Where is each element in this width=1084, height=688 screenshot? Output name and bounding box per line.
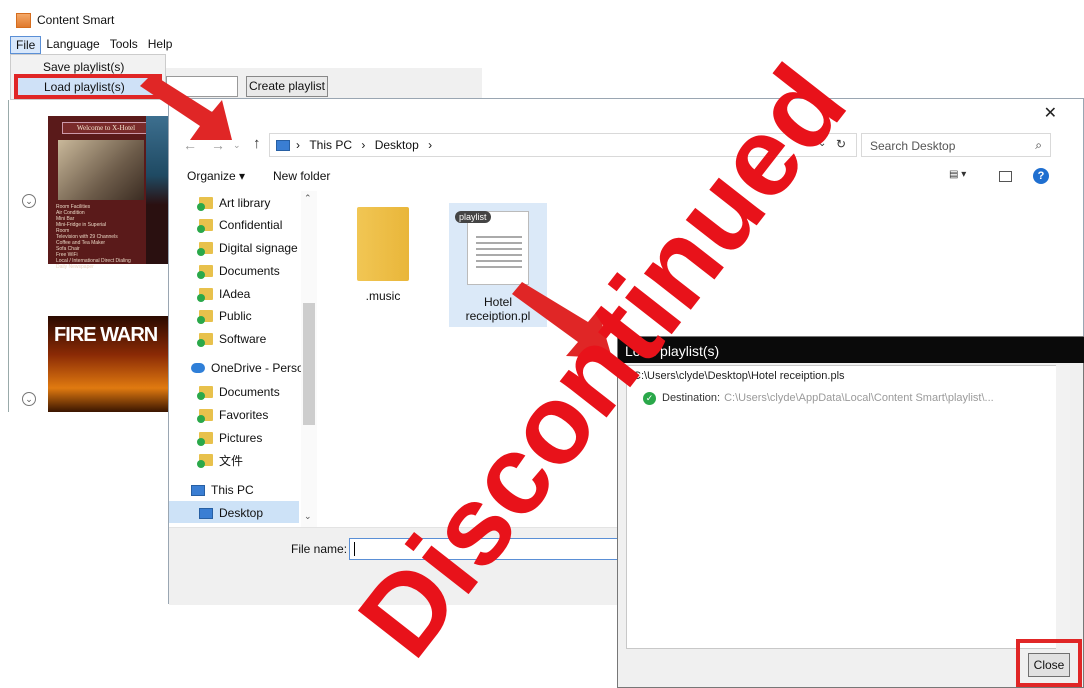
help-icon[interactable]: ? bbox=[1033, 168, 1049, 184]
file-item-music[interactable]: .music bbox=[351, 203, 415, 313]
desktop-icon bbox=[199, 507, 213, 519]
view-options-icon[interactable]: ▤ ▾ bbox=[949, 169, 979, 183]
list-scrollbar[interactable] bbox=[1056, 365, 1070, 649]
this-pc-icon bbox=[191, 484, 205, 496]
close-icon[interactable]: ✕ bbox=[1044, 103, 1057, 123]
back-icon[interactable]: ← bbox=[183, 137, 197, 153]
folder-icon bbox=[197, 310, 213, 324]
dialog-toolbar: Organize ▾ New folder ▤ ▾ ? bbox=[169, 165, 1084, 189]
thumbnail-side-image bbox=[146, 116, 170, 264]
refresh-icon[interactable]: ↻ bbox=[836, 137, 846, 151]
up-folder-icon[interactable]: ↑ bbox=[253, 135, 261, 152]
nav-item-iadea[interactable]: IAdea bbox=[197, 284, 250, 304]
save-playlist-menu-item[interactable]: Save playlist(s) bbox=[43, 60, 124, 74]
menu-language[interactable]: Language bbox=[41, 36, 104, 54]
file-item-hotel-receiption[interactable]: playlist Hotel receiption.pl bbox=[449, 203, 547, 327]
search-icon: ⌕ bbox=[1035, 138, 1042, 152]
nav-item-favorites[interactable]: Favorites bbox=[197, 405, 268, 425]
app-logo-icon bbox=[16, 12, 31, 28]
thumbnail-facilities-text: Room Facilities Air Condition Mini Bar M… bbox=[56, 204, 131, 270]
file-label: Hotel receiption.pl bbox=[465, 295, 531, 323]
folder-icon bbox=[197, 454, 213, 468]
folder-icon bbox=[197, 288, 213, 302]
fire-warning-title: FIRE WARN bbox=[54, 324, 158, 346]
loaded-file-path: C:\Users\clyde\Desktop\Hotel receiption.… bbox=[633, 370, 845, 382]
folder-icon bbox=[197, 409, 213, 423]
breadcrumb-this-pc[interactable]: This PC bbox=[309, 138, 352, 152]
folder-icon bbox=[197, 432, 213, 446]
folder-icon bbox=[197, 219, 213, 233]
nav-item-onedrive[interactable]: OneDrive - Persor bbox=[191, 358, 308, 378]
nav-item-public[interactable]: Public bbox=[197, 306, 252, 326]
menu-help[interactable]: Help bbox=[143, 36, 178, 54]
nav-item-pictures[interactable]: Pictures bbox=[197, 428, 262, 448]
dialog-title: n bbox=[209, 107, 216, 121]
nav-scrollbar[interactable]: ⌃ ⌄ bbox=[301, 191, 317, 527]
playlist-tag: playlist bbox=[455, 211, 491, 223]
nav-item-art-library[interactable]: Art library bbox=[197, 193, 270, 213]
folder-icon bbox=[197, 242, 213, 256]
create-playlist-button[interactable]: Create playlist bbox=[246, 76, 328, 97]
scroll-down-icon[interactable]: ⌄ bbox=[304, 511, 312, 522]
success-check-icon: ✓ bbox=[643, 391, 656, 405]
navigation-pane: Art library Confidential Digital signage… bbox=[169, 191, 317, 527]
onedrive-cloud-icon bbox=[191, 363, 205, 373]
organize-button[interactable]: Organize ▾ bbox=[187, 169, 245, 183]
menu-file[interactable]: File bbox=[10, 36, 42, 54]
dialog-title: Load playlist(s) bbox=[618, 337, 1084, 363]
folder-icon bbox=[197, 333, 213, 347]
load-results-list: C:\Users\clyde\Desktop\Hotel receiption.… bbox=[626, 365, 1070, 649]
address-bar[interactable]: › This PC › Desktop › ⌄ ↻ bbox=[269, 133, 857, 157]
folder-icon bbox=[197, 197, 213, 211]
destination-value: C:\Users\clyde\AppData\Local\Content Sma… bbox=[724, 392, 994, 404]
load-playlist-menu-item[interactable]: Load playlist(s) bbox=[44, 80, 125, 94]
expand-icon[interactable]: ⌄ bbox=[22, 392, 36, 406]
this-pc-icon bbox=[276, 140, 290, 151]
nav-item-this-pc[interactable]: This PC bbox=[191, 480, 254, 500]
nav-item-documents[interactable]: Documents bbox=[197, 261, 280, 281]
breadcrumb-desktop[interactable]: Desktop bbox=[375, 138, 419, 152]
app-titlebar: Content Smart bbox=[0, 8, 482, 32]
folder-icon bbox=[197, 386, 213, 400]
nav-item-onedrive-documents[interactable]: Documents bbox=[197, 382, 280, 402]
file-label: .music bbox=[365, 289, 401, 303]
load-playlist-dialog: Load playlist(s) C:\Users\clyde\Desktop\… bbox=[617, 336, 1084, 688]
folder-icon bbox=[357, 207, 409, 281]
search-placeholder: Search Desktop bbox=[870, 139, 956, 153]
address-dropdown-icon[interactable]: ⌄ bbox=[818, 138, 826, 149]
text-caret bbox=[354, 542, 355, 556]
hotel-playlist-thumbnail[interactable]: Welcome to X-Hotel Room Facilities Air C… bbox=[48, 116, 170, 270]
nav-item-confidential[interactable]: Confidential bbox=[197, 215, 282, 235]
destination-label: Destination: bbox=[662, 392, 721, 404]
search-input[interactable]: Search Desktop ⌕ bbox=[861, 133, 1051, 157]
thumbnail-header: Welcome to X-Hotel bbox=[62, 122, 150, 134]
filename-input[interactable] bbox=[349, 538, 629, 560]
nav-item-desktop[interactable]: Desktop bbox=[199, 503, 263, 523]
folder-icon bbox=[197, 265, 213, 279]
close-button[interactable]: Close bbox=[1028, 653, 1070, 677]
app-title: Content Smart bbox=[37, 13, 115, 27]
fire-warning-thumbnail[interactable]: FIRE WARN bbox=[48, 316, 170, 412]
nav-item-wenjian[interactable]: 文件 bbox=[197, 450, 243, 470]
scroll-up-icon[interactable]: ⌃ bbox=[304, 193, 312, 204]
filename-label: File name: bbox=[291, 542, 348, 556]
scroll-thumb[interactable] bbox=[303, 303, 315, 425]
breadcrumb: › This PC › Desktop › bbox=[296, 138, 433, 152]
playlist-name-input[interactable] bbox=[166, 76, 238, 97]
nav-item-software[interactable]: Software bbox=[197, 329, 266, 349]
nav-item-digital-signage[interactable]: Digital signage bbox=[197, 238, 298, 258]
divider bbox=[8, 100, 9, 412]
recent-locations-icon[interactable]: ⌄ bbox=[233, 140, 241, 151]
hotel-room-photo bbox=[58, 140, 144, 200]
menubar: File Language Tools Help bbox=[10, 36, 177, 54]
new-folder-button[interactable]: New folder bbox=[273, 169, 330, 183]
menu-tools[interactable]: Tools bbox=[105, 36, 143, 54]
forward-icon[interactable]: → bbox=[211, 137, 225, 153]
expand-icon[interactable]: ⌄ bbox=[22, 194, 36, 208]
address-row: ← → ⌄ ↑ › This PC › Desktop › ⌄ ↻ Search… bbox=[169, 131, 1084, 159]
preview-pane-icon[interactable] bbox=[999, 171, 1012, 182]
destination-row: ✓ Destination: C:\Users\clyde\AppData\Lo… bbox=[643, 390, 994, 406]
